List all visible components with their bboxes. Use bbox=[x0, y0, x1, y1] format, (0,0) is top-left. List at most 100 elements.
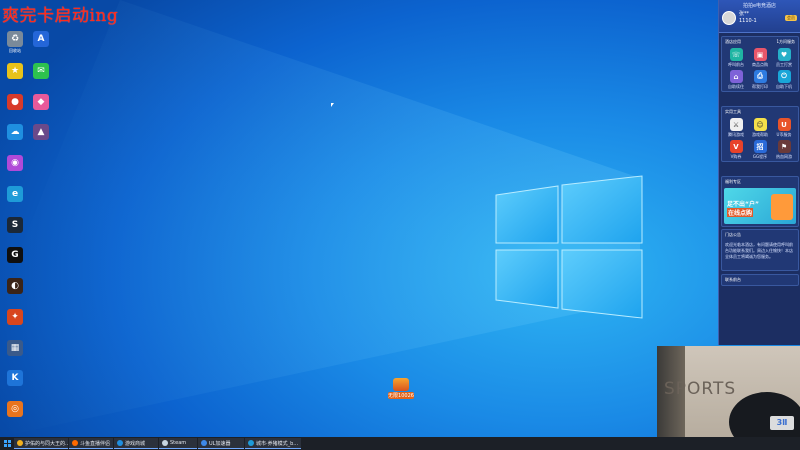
panel-item-label: 自助续住 bbox=[728, 84, 744, 89]
panel-tool-game3[interactable]: ⚑ 热血网游 bbox=[772, 140, 796, 160]
username: 张** bbox=[739, 11, 750, 17]
panel-app-phone-charge[interactable]: ⏻ 自助下机 bbox=[772, 70, 796, 90]
taskbar-cloud-button[interactable]: 游戏商城 bbox=[114, 438, 158, 449]
section-promo-head: 福利专区 bbox=[722, 177, 798, 187]
panel-item-label: 热血网游 bbox=[776, 154, 792, 159]
panel-item-label: 商品点购 bbox=[752, 62, 768, 67]
avatar[interactable] bbox=[722, 11, 736, 25]
game-avatar-icon: ▲ bbox=[33, 124, 49, 140]
desktop-shortcut[interactable]: ✉ bbox=[26, 63, 56, 85]
desktop-shortcut[interactable]: G bbox=[0, 247, 30, 269]
taskbar-item-label: 护佑的与同大王的... bbox=[25, 440, 68, 447]
edge-browser-icon: e bbox=[7, 186, 23, 202]
section-contact-head: 联系前台 bbox=[722, 275, 798, 285]
app-phone-charge-icon: ⏻ bbox=[777, 70, 791, 83]
app-yellow-icon: ★ bbox=[7, 63, 23, 79]
desktop-shortcut[interactable]: ▦ bbox=[0, 340, 30, 362]
desktop-shortcut-label bbox=[26, 80, 56, 85]
panel-item-label: 帮我打印 bbox=[752, 84, 768, 89]
panel-tool-u[interactable]: U U币服务 bbox=[772, 118, 796, 138]
desktop-shortcut-label bbox=[0, 387, 30, 392]
section-tools-head: 实用工具 bbox=[722, 107, 798, 117]
tool-u-icon: U bbox=[777, 118, 791, 131]
panel-tool-zhao[interactable]: 招 GG程序 bbox=[748, 140, 772, 160]
desktop-shortcut[interactable]: S bbox=[0, 217, 30, 239]
panel-app-staff[interactable]: ♥ 员工打赏 bbox=[772, 48, 796, 68]
taskbar-item-label: Steam bbox=[170, 440, 187, 446]
center-desktop-icon[interactable]: 无限10026 bbox=[388, 378, 414, 399]
section-extra-link[interactable]: 1方问服务 bbox=[776, 39, 795, 45]
desktop-shortcut-label bbox=[0, 203, 30, 208]
panel-tool-game1[interactable]: ⚔ 腾讯游戏 bbox=[724, 118, 748, 138]
desktop-shortcut-label bbox=[0, 264, 30, 269]
panel-app-checkin[interactable]: ⌂ 自助续住 bbox=[724, 70, 748, 90]
taskbar-ul-icon bbox=[201, 440, 207, 446]
desktop-shortcut[interactable]: K bbox=[0, 370, 30, 392]
section-title: 实用工具 bbox=[725, 109, 741, 114]
taskbar-items: 护佑的与同大王的... 斗鱼直播伴侣 游戏商城 Steam UL加速器 城市·养猪模式_b… bbox=[14, 438, 302, 449]
taskbar-cloud-icon bbox=[117, 440, 123, 446]
taskbar-edge-button[interactable]: 城市·养猪模式_b... bbox=[245, 438, 301, 449]
desktop-shortcut[interactable]: ◉ bbox=[0, 155, 30, 177]
app-phone-icon: ☏ bbox=[729, 48, 743, 61]
desktop-shortcut[interactable]: ◆ bbox=[26, 94, 56, 116]
desktop-shortcut-label bbox=[26, 141, 56, 146]
taskbar-douyu-button[interactable]: 斗鱼直播伴侣 bbox=[69, 438, 113, 449]
taskbar-item-label: UL加速器 bbox=[209, 440, 231, 447]
desktop-shortcut[interactable]: ◎ bbox=[0, 401, 30, 423]
panel-header: 拍拍e电竞酒店 张** 1110-1 会员 bbox=[719, 0, 800, 33]
taskbar-ul-button[interactable]: UL加速器 bbox=[198, 438, 244, 449]
taskbar-steam-button[interactable]: Steam bbox=[159, 438, 197, 449]
promo-banner[interactable]: 足不出“户” 在线点购 bbox=[724, 188, 796, 224]
panel-user[interactable]: 张** 1110-1 会员 bbox=[719, 9, 800, 27]
desktop-shortcut-label bbox=[0, 357, 30, 362]
desktop-shortcut[interactable]: e bbox=[0, 186, 30, 208]
tool-game3-icon: ⚑ bbox=[777, 140, 791, 153]
section-title: 福利专区 bbox=[725, 179, 741, 184]
taskbar-steam-icon bbox=[162, 440, 168, 446]
tool-v-icon: V bbox=[729, 140, 743, 153]
app-colorful-icon: ◉ bbox=[7, 155, 23, 171]
taskbar-chrome-1-icon bbox=[17, 440, 23, 446]
panel-tool-game2[interactable]: ☺ 游戏帮助 bbox=[748, 118, 772, 138]
game-dark-icon: ◐ bbox=[7, 278, 23, 294]
app-red-icon: ● bbox=[7, 94, 23, 110]
panel-app-invoice[interactable]: ⎙ 帮我打印 bbox=[748, 70, 772, 90]
panel-item-label: 员工打赏 bbox=[776, 62, 792, 67]
wechat-icon: ✉ bbox=[33, 63, 49, 79]
section-title: 酒店应用 bbox=[725, 39, 741, 44]
start-button[interactable] bbox=[0, 437, 14, 450]
section-hotel-apps: 酒店应用 1方问服务 ☏ 呼叫前台 ▣ 商品点购 ♥ 员工打赏 ⌂ 自助续住 ⎙ 帮我打印 ⏻ 自助下… bbox=[721, 36, 799, 92]
center-icon-label: 无限10026 bbox=[388, 392, 414, 399]
desktop-shortcut-label bbox=[26, 111, 56, 116]
banner-illustration-icon bbox=[771, 194, 793, 220]
mouse-cursor-icon bbox=[331, 103, 334, 107]
section-title: 门店公告 bbox=[725, 232, 741, 237]
tool-zhao-icon: 招 bbox=[753, 140, 767, 153]
panel-item-label: 自助下机 bbox=[776, 84, 792, 89]
desktop-shortcut[interactable]: A bbox=[26, 31, 56, 53]
panel-tool-v[interactable]: V V购券 bbox=[724, 140, 748, 160]
app-shop-icon: ▣ bbox=[753, 48, 767, 61]
section-notice-head: 门店公告 bbox=[722, 230, 798, 240]
app-k-icon: K bbox=[7, 370, 23, 386]
desktop-shortcut[interactable]: ✦ bbox=[0, 309, 30, 331]
stream-overlay-title: 爽完卡启动ing bbox=[2, 6, 119, 26]
user-id: 1110-1 bbox=[739, 18, 757, 24]
taskbar-chrome-1-button[interactable]: 护佑的与同大王的... bbox=[14, 438, 68, 449]
section-promo: 福利专区 足不出“户” 在线点购 bbox=[721, 176, 799, 227]
section-contact[interactable]: 联系前台 bbox=[721, 274, 799, 286]
desktop-shortcut[interactable]: ▲ bbox=[26, 124, 56, 146]
tool-game1-icon: ⚔ bbox=[729, 118, 743, 131]
webcam-overlay: SPORTS 3Ⅱ bbox=[657, 346, 800, 437]
webcam-logo-icon: 3Ⅱ bbox=[770, 416, 794, 430]
panel-title: 拍拍e电竞酒店 bbox=[742, 3, 777, 9]
taskbar-item-label: 斗鱼直播伴侣 bbox=[80, 440, 111, 447]
panel-app-phone[interactable]: ☏ 呼叫前台 bbox=[724, 48, 748, 68]
app-staff-icon: ♥ bbox=[777, 48, 791, 61]
panel-app-shop[interactable]: ▣ 商品点购 bbox=[748, 48, 772, 68]
desktop-shortcut-label bbox=[0, 418, 30, 423]
vip-badge[interactable]: 会员 bbox=[785, 15, 797, 21]
desktop-shortcut[interactable]: ◐ bbox=[0, 278, 30, 300]
hotel-side-panel: 拍拍e电竞酒店 张** 1110-1 会员 酒店应用 1方问服务 ☏ 呼叫前台 ▣ 商… bbox=[718, 0, 800, 345]
